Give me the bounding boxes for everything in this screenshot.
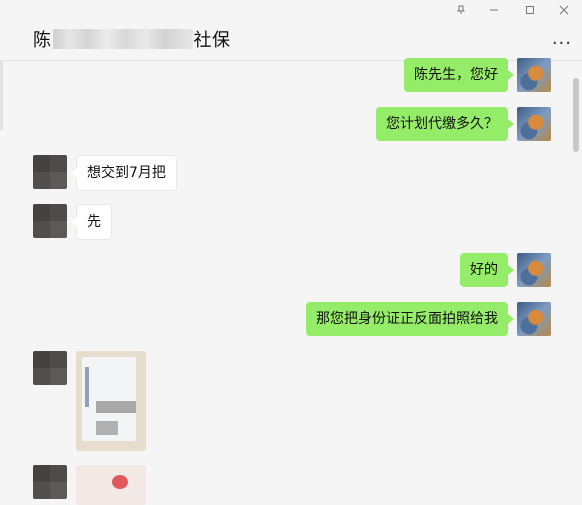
red-seal-shape — [112, 475, 128, 489]
chat-header: 陈 社保 ... — [0, 0, 582, 61]
pin-icon-svg — [456, 5, 466, 14]
minimize-icon-svg — [490, 9, 498, 11]
minimize-icon[interactable] — [485, 4, 503, 18]
more-options-icon[interactable]: ... — [552, 28, 572, 49]
self-avatar[interactable] — [517, 253, 551, 287]
self-avatar[interactable] — [517, 107, 551, 141]
message-bubble-contact[interactable]: 想交到7月把 — [71, 155, 177, 191]
message-bubble-self[interactable]: 那您把身份证正反面拍照给我 — [306, 302, 514, 336]
contact-avatar[interactable] — [33, 465, 67, 499]
id-card-photo — [82, 357, 136, 441]
close-icon-svg — [559, 5, 569, 15]
image-message[interactable] — [76, 351, 146, 451]
message-bubble-self[interactable]: 您计划代缴多久？ — [376, 107, 514, 141]
maximize-icon[interactable] — [521, 4, 539, 18]
chat-title-suffix: 社保 — [193, 30, 231, 51]
contact-avatar[interactable] — [33, 351, 67, 385]
left-edge — [0, 60, 3, 130]
redacted-name — [52, 29, 193, 49]
contact-avatar[interactable] — [33, 155, 67, 189]
contact-avatar[interactable] — [33, 204, 67, 238]
chat-title: 陈 社保 — [33, 26, 231, 52]
image-message[interactable] — [76, 465, 146, 505]
id-card-redaction — [96, 401, 136, 413]
self-avatar[interactable] — [517, 302, 551, 336]
chat-title-prefix: 陈 — [33, 30, 52, 51]
self-avatar[interactable] — [517, 58, 551, 92]
id-card-redaction — [96, 421, 118, 435]
pin-icon[interactable] — [452, 4, 470, 18]
id-card-text-blur — [85, 367, 89, 407]
maximize-icon-svg — [526, 6, 534, 14]
message-bubble-self[interactable]: 陈先生，您好 — [404, 58, 514, 92]
close-icon[interactable] — [555, 4, 573, 18]
message-bubble-self[interactable]: 好的 — [460, 253, 514, 287]
chat-scrollbar[interactable] — [573, 78, 579, 152]
message-bubble-contact[interactable]: 先 — [71, 204, 112, 240]
